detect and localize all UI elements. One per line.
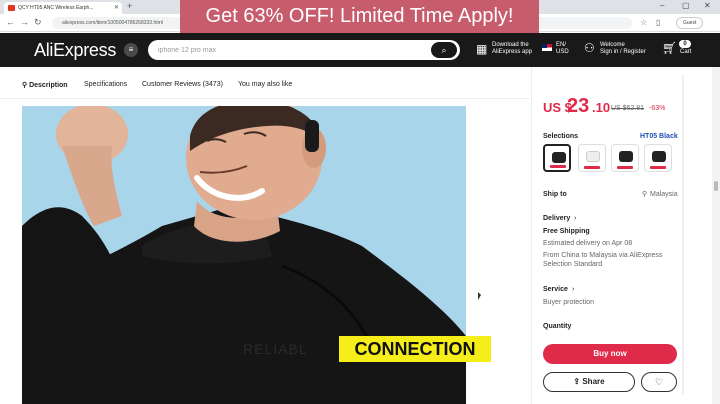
variant-image — [619, 151, 633, 162]
guest-profile-button[interactable]: Guest — [676, 17, 704, 29]
image-caption-highlight: CONNECTION — [339, 336, 491, 362]
back-icon[interactable]: ← — [6, 17, 15, 27]
close-window-icon[interactable]: ✕ — [704, 1, 711, 10]
variant-thumb-white[interactable] — [578, 144, 606, 172]
user-icon[interactable]: ⚇ — [584, 41, 595, 55]
download-app-link[interactable]: Download the AliExpress app — [492, 42, 532, 56]
discount-badge: -63% — [649, 105, 666, 112]
variant-image — [652, 151, 666, 162]
buy-now-button[interactable]: Buy now — [543, 344, 677, 364]
delivery-chevron-icon[interactable]: › — [574, 215, 576, 222]
aliexpress-favicon-icon — [8, 5, 15, 11]
search-bar: ⌕ — [148, 40, 460, 60]
service-label[interactable]: Service — [543, 286, 568, 293]
malaysia-flag-icon — [542, 44, 552, 51]
sidepanel-icon[interactable]: ▯ — [656, 18, 660, 27]
download-line2: AliExpress app — [492, 49, 533, 55]
cart-label[interactable]: Cart — [680, 49, 691, 56]
cart-count-badge: 0 — [679, 40, 691, 48]
variant-thumb-black[interactable] — [543, 144, 571, 172]
sign-in-label: Sign in / Register — [600, 49, 646, 55]
language-label: EN/ — [556, 42, 567, 48]
ship-to-value[interactable]: Malaysia — [650, 190, 678, 199]
variant-image — [552, 152, 566, 163]
location-pin-icon: ⚲ — [642, 191, 648, 198]
share-icon: ⇪ — [573, 377, 581, 386]
mouse-cursor-icon — [478, 292, 481, 300]
buyer-protection: Buyer protection — [543, 299, 594, 306]
reload-icon[interactable]: ↻ — [34, 17, 42, 28]
variant-indicator — [650, 166, 666, 169]
free-shipping-label: Free Shipping — [543, 228, 590, 235]
delivery-label[interactable]: Delivery — [543, 215, 570, 222]
search-icon[interactable]: ⌕ — [431, 42, 457, 58]
account-menu[interactable]: Welcome Sign in / Register — [600, 42, 646, 56]
variant-indicator — [550, 165, 566, 168]
site-header: AliExpress ≡ ⌕ ▦ Download the AliExpress… — [0, 33, 720, 67]
ship-to-label: Ship to — [543, 191, 567, 198]
service-chevron-icon[interactable]: › — [572, 286, 574, 293]
page-scrollbar[interactable] — [712, 67, 720, 404]
selection-value: HT05 Black — [640, 133, 678, 140]
tab-specifications[interactable]: Specifications — [84, 81, 127, 88]
tab-description[interactable]: ⚲ Description — [22, 81, 68, 89]
shipping-origin: From China to Malaysia via AliExpress — [543, 252, 663, 259]
tab-you-may-also-like[interactable]: You may also like — [238, 81, 292, 88]
tab-description-label: Description — [29, 82, 68, 89]
share-label: Share — [582, 377, 605, 386]
tab-customer-reviews[interactable]: Customer Reviews (3473) — [142, 81, 223, 88]
panel-scrollbar[interactable] — [682, 75, 684, 395]
maximize-icon[interactable]: ▢ — [682, 1, 690, 10]
image-caption-faded: RELIABL — [243, 341, 308, 357]
variant-thumb-bundle-2[interactable] — [644, 144, 672, 172]
quantity-label: Quantity — [543, 323, 572, 330]
shipping-method: Selection Standard — [543, 261, 603, 268]
heart-icon: ♡ — [654, 377, 664, 387]
aliexpress-logo[interactable]: AliExpress — [34, 40, 116, 61]
tab-divider — [0, 98, 530, 99]
search-input[interactable] — [158, 44, 428, 56]
cart-icon[interactable]: 🛒︎ — [662, 41, 677, 55]
welcome-label: Welcome — [600, 42, 625, 48]
variant-thumb-bundle-1[interactable] — [611, 144, 639, 172]
share-button[interactable]: ⇪ Share — [543, 372, 635, 392]
selections-label: Selections — [543, 133, 579, 140]
price-decimal: .10 — [592, 100, 611, 115]
promo-banner: Get 63% OFF! Limited Time Apply! — [180, 0, 539, 33]
currency-label: USD — [556, 49, 569, 55]
new-tab-icon[interactable]: + — [127, 1, 132, 11]
close-tab-icon[interactable]: ✕ — [114, 2, 119, 14]
original-price: US $62.81 — [611, 105, 645, 112]
variant-image — [586, 151, 600, 162]
price-whole: 23 — [567, 95, 590, 117]
screen: QCY HT05 ANC Wireless Earph... ✕ + – ▢ ✕… — [0, 0, 720, 404]
bookmark-star-icon[interactable]: ☆ — [640, 18, 647, 27]
wishlist-button[interactable]: ♡ — [641, 372, 677, 392]
qr-code-icon[interactable]: ▦ — [476, 42, 487, 56]
variant-indicator — [617, 166, 633, 169]
forward-icon[interactable]: → — [20, 17, 29, 27]
minimize-icon[interactable]: – — [660, 1, 664, 10]
download-line1: Download the — [492, 42, 529, 48]
page-scrollbar-thumb[interactable] — [714, 181, 718, 191]
browser-tab-title: QCY HT05 ANC Wireless Earph... — [18, 5, 94, 11]
category-menu-icon[interactable]: ≡ — [124, 43, 138, 57]
language-currency-selector[interactable]: EN/ USD — [556, 42, 569, 56]
estimated-delivery: Estimated delivery on Apr 08 — [543, 240, 633, 247]
browser-tab[interactable]: QCY HT05 ANC Wireless Earph... ✕ — [4, 2, 122, 14]
variant-indicator — [584, 166, 600, 169]
